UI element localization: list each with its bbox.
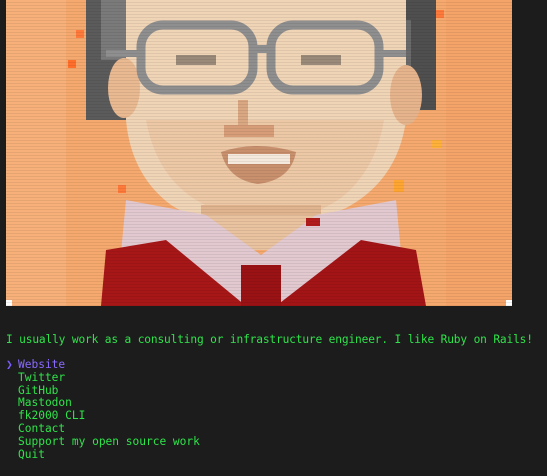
bio-text: I usually work as a consulting or infras…	[6, 333, 533, 346]
link-menu: ❯ Website Twitter GitHub Mastodon fk2000 …	[6, 358, 200, 462]
selection-cursor-icon: ❯	[6, 358, 13, 371]
portrait-image	[6, 0, 512, 306]
pixel-art-portrait	[6, 0, 512, 306]
terminal-window: I usually work as a consulting or infras…	[0, 0, 547, 476]
menu-item-quit[interactable]: Quit	[6, 448, 200, 462]
